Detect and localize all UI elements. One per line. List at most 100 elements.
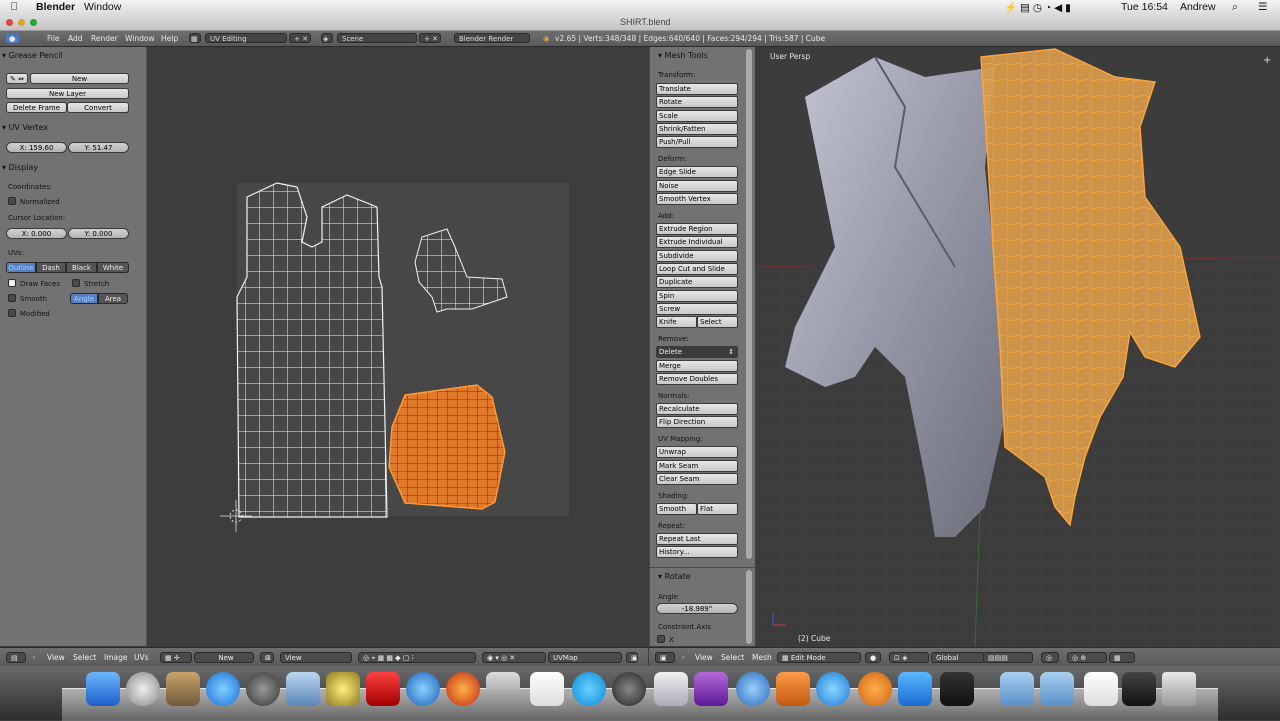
subdivide-button[interactable]: Subdivide xyxy=(656,250,738,262)
uv-island-selected[interactable] xyxy=(388,384,506,510)
cursor-x-field[interactable]: X: 0.000 xyxy=(6,228,67,239)
stretch-area-toggle[interactable]: Area xyxy=(98,293,128,304)
recalculate-button[interactable]: Recalculate xyxy=(656,403,738,415)
uv-map-select[interactable]: UVMap xyxy=(548,652,622,663)
new-image-button[interactable]: New xyxy=(194,652,254,663)
smooth-checkbox[interactable] xyxy=(8,294,16,302)
edge-slide-button[interactable]: Edge Slide xyxy=(656,166,738,178)
merge-button[interactable]: Merge xyxy=(656,360,738,372)
panel-grease-pencil[interactable]: ▾ Grease Pencil xyxy=(2,50,130,62)
v3d-menu-view[interactable]: View xyxy=(695,653,713,662)
status-icons[interactable]: ⚡ ▤ ◷ ◔ ◀ ▮ xyxy=(1004,1,1071,14)
render-preview-icons[interactable]: ▦ xyxy=(1109,652,1135,663)
zoom-window-button[interactable] xyxy=(30,19,37,26)
skype-icon[interactable] xyxy=(572,672,606,706)
word-icon[interactable] xyxy=(898,672,932,706)
camtasia-icon[interactable] xyxy=(694,672,728,706)
snap-icons[interactable]: ◎ ⊕ xyxy=(1067,652,1107,663)
photo-booth-icon[interactable] xyxy=(366,672,400,706)
network-icon[interactable] xyxy=(406,672,440,706)
panel-display[interactable]: ▾ Display xyxy=(2,162,130,174)
extrude-individual-button[interactable]: Extrude Individual xyxy=(656,236,738,248)
notification-icon[interactable]: ☰ xyxy=(1258,1,1267,13)
shade-flat-button[interactable]: Flat xyxy=(697,503,738,515)
menu-render[interactable]: Render xyxy=(91,34,118,43)
v3d-menu-mesh[interactable]: Mesh xyxy=(752,653,772,662)
panel-uv-vertex[interactable]: ▾ UV Vertex xyxy=(2,122,130,134)
layout-selector[interactable]: UV Editing xyxy=(205,33,287,43)
clock[interactable]: Tue 16:54 xyxy=(1121,1,1168,13)
uv-style-white[interactable]: White xyxy=(97,262,129,273)
image-browse-icon[interactable]: ▦ ✛ xyxy=(160,652,192,663)
terminal-icon[interactable] xyxy=(940,672,974,706)
scene-add-remove[interactable]: + ✕ xyxy=(419,33,441,43)
applications-folder-icon[interactable] xyxy=(1000,672,1034,706)
pivot-point-icon[interactable]: ⊡ ◈ xyxy=(889,652,929,663)
3d-viewport[interactable]: User Persp + (2) Cube xyxy=(755,47,1280,646)
launchpad-icon[interactable] xyxy=(126,672,160,706)
cursor-y-field[interactable]: Y: 0.000 xyxy=(68,228,129,239)
uv-menu-select[interactable]: Select xyxy=(73,653,96,662)
apple-icon[interactable]:  xyxy=(10,1,18,13)
push-pull-button[interactable]: Push/Pull xyxy=(656,136,738,148)
textedit-icon[interactable] xyxy=(530,672,564,706)
uv-menu-image[interactable]: Image xyxy=(104,653,128,662)
blender-dock-icon[interactable] xyxy=(858,672,892,706)
shade-smooth-button[interactable]: Smooth xyxy=(656,503,697,515)
constraint-x-checkbox[interactable] xyxy=(657,635,665,643)
transform-orientation-select[interactable]: Global xyxy=(931,652,985,663)
open-image-icon[interactable]: ⊠ xyxy=(260,652,274,663)
history-button[interactable]: History... xyxy=(656,546,738,558)
flip-direction-button[interactable]: Flip Direction xyxy=(656,416,738,428)
stretch-checkbox[interactable] xyxy=(72,279,80,287)
uv-tool-icons[interactable]: ◎ ⌖ ▦ ▦ ◆ ▢ ⁝ xyxy=(358,652,476,663)
layer-buttons[interactable]: ▤▤▤ xyxy=(983,652,1033,663)
operator-scrollbar[interactable] xyxy=(746,570,752,644)
knife-button[interactable]: Knife xyxy=(656,316,697,328)
uv-menu-view[interactable]: View xyxy=(47,653,65,662)
uv-style-dash[interactable]: Dash xyxy=(36,262,66,273)
gp-new-layer-button[interactable]: New Layer xyxy=(6,88,129,99)
editor-type-icon[interactable]: ▤ xyxy=(6,652,26,663)
uv-map-pin-icon[interactable]: ▣ xyxy=(626,652,638,663)
menu-help[interactable]: Help xyxy=(161,34,178,43)
image-capture-icon[interactable] xyxy=(166,672,200,706)
duplicate-button[interactable]: Duplicate xyxy=(656,276,738,288)
view-mode-select[interactable]: View xyxy=(280,652,352,663)
pencil-draw-icon[interactable]: ✎ ⇔ xyxy=(6,73,28,84)
app-store-icon[interactable] xyxy=(206,672,240,706)
panel-rotate-operator[interactable]: ▾ Rotate xyxy=(658,572,691,581)
gp-new-button[interactable]: New xyxy=(30,73,129,84)
render-engine-select[interactable]: Blender Render xyxy=(454,33,530,43)
shrink-fatten-button[interactable]: Shrink/Fatten xyxy=(656,123,738,135)
editor-type-icon[interactable]: ● xyxy=(6,34,19,43)
file-stack-icon[interactable] xyxy=(1084,672,1118,706)
system-preferences-icon[interactable] xyxy=(246,672,280,706)
viewport-shading-icon[interactable]: ● xyxy=(865,652,881,663)
scene-selector[interactable]: Scene xyxy=(337,33,417,43)
uv-menu-uvs[interactable]: UVs xyxy=(134,653,149,662)
editor-type-icon[interactable]: ▣ xyxy=(655,652,675,663)
header-collapse-icon[interactable]: ◦ xyxy=(32,653,36,662)
uv-style-outline[interactable]: Outline xyxy=(6,262,36,273)
gp-convert-button[interactable]: Convert xyxy=(67,102,129,113)
modified-checkbox[interactable] xyxy=(8,309,16,317)
smooth-vertex-button[interactable]: Smooth Vertex xyxy=(656,193,738,205)
3d-scene[interactable] xyxy=(755,47,1280,646)
extrude-region-button[interactable]: Extrude Region xyxy=(656,223,738,235)
uv-vertex-y-field[interactable]: Y: 51.47 xyxy=(68,142,129,153)
stretch-angle-toggle[interactable]: Angle xyxy=(70,293,98,304)
knife-select-button[interactable]: Select xyxy=(697,316,738,328)
trash-icon[interactable] xyxy=(1162,672,1196,706)
user-name[interactable]: Andrew xyxy=(1180,1,1216,13)
scene-icon[interactable]: ◈ xyxy=(321,33,333,43)
uv-editor-viewport[interactable] xyxy=(147,47,648,646)
repeat-last-button[interactable]: Repeat Last xyxy=(656,533,738,545)
toggle-properties-icon[interactable]: + xyxy=(1263,55,1271,66)
documents-folder-icon[interactable] xyxy=(1040,672,1074,706)
delete-menu-button[interactable]: Delete ⇕ xyxy=(656,346,738,358)
uv-vertex-x-field[interactable]: X: 159.60 xyxy=(6,142,67,153)
normalized-checkbox[interactable] xyxy=(8,197,16,205)
firefox-icon[interactable] xyxy=(446,672,480,706)
panel-mesh-tools[interactable]: ▾ Mesh Tools xyxy=(658,51,708,60)
